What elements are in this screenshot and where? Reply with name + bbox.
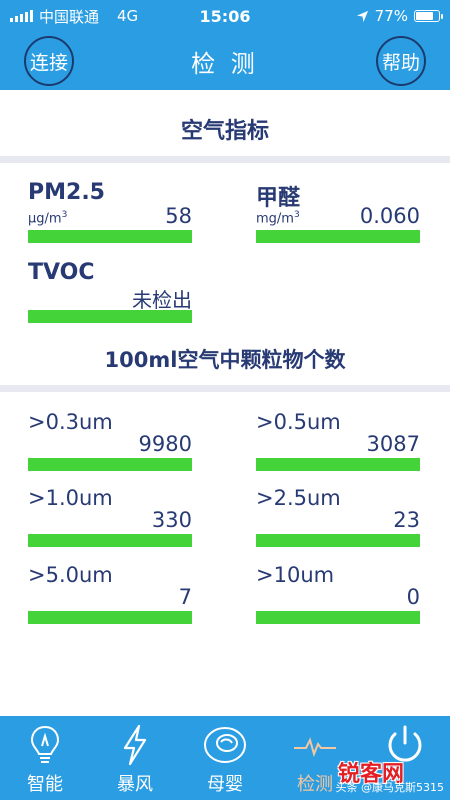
particle-bar [256,458,420,471]
particle-label: >0.5um [256,410,341,434]
tvoc-value: 未检出 [132,288,192,312]
particle-value: 9980 [138,432,192,456]
nav-label: 智能 [27,774,63,795]
status-left: 中国联通 4G [10,6,160,27]
nav-label: 暴风 [117,774,153,795]
status-time: 15:06 [199,6,251,26]
lightbulb-icon [20,722,70,768]
formaldehyde-unit: mg/m3 [256,210,300,227]
pm25-unit: μg/m3 [28,210,68,227]
particle-label: >5.0um [28,563,113,587]
watermark-caption: 头条 @康马克斯5315 [335,781,445,794]
formaldehyde-value: 0.060 [359,204,420,228]
watermark: 锐客网 头条 @康马克斯5315 [294,756,445,798]
particle-item: >2.5um 23 [256,486,420,548]
particle-value: 3087 [366,432,420,456]
particle-value: 23 [393,508,420,532]
nav-label: 母婴 [207,774,243,795]
nav-item-storm[interactable]: 暴风 [90,716,180,800]
battery-icon [414,10,443,22]
divider [0,156,450,163]
particle-bar [256,611,420,624]
tvoc-metric: TVOC 未检出 [28,260,192,326]
particles-title: 100ml空气中颗粒物个数 [104,348,346,372]
lightning-icon [110,722,160,768]
pm25-value: 58 [165,204,192,228]
tvoc-bar [28,310,192,323]
location-arrow-icon [356,10,368,22]
particle-value: 330 [151,508,192,532]
formaldehyde-bar [256,230,420,243]
air-index-title: 空气指标 [180,119,269,144]
particle-value: 0 [406,585,420,609]
network-type: 4G [117,7,139,25]
particle-bar [28,611,192,624]
particle-label: >10um [256,563,335,587]
particle-item: >10um 0 [256,563,420,625]
status-bar: 中国联通 4G 15:06 77% [0,0,450,32]
battery-percent: 77% [374,7,408,25]
particle-item: >5.0um 7 [28,563,192,625]
app-header: 连接 检 测 帮助 [0,32,450,90]
help-button[interactable]: 帮助 [376,36,426,86]
divider [0,385,450,392]
particle-item: >0.5um 3087 [256,410,420,472]
pm25-bar [28,230,192,243]
particle-bar [28,534,192,547]
particle-label: >1.0um [28,486,113,510]
signal-icon [10,10,33,22]
carrier-name: 中国联通 [39,7,100,26]
particle-value: 7 [178,585,192,609]
tvoc-label: TVOC [28,260,95,285]
pm25-label: PM2.5 [28,180,105,205]
baby-icon [200,722,250,768]
status-right: 77% [290,7,443,25]
particle-label: >0.3um [28,410,113,434]
formaldehyde-label: 甲醛 [256,186,301,211]
formaldehyde-metric: 甲醛 mg/m3 0.060 [256,180,420,246]
nav-item-smart[interactable]: 智能 [0,716,90,800]
pm25-metric: PM2.5 μg/m3 58 [28,180,192,246]
particle-item: >0.3um 9980 [28,410,192,472]
particle-bar [256,534,420,547]
particle-bar [28,458,192,471]
particle-label: >2.5um [256,486,341,510]
particle-item: >1.0um 330 [28,486,192,548]
nav-item-baby[interactable]: 母婴 [180,716,270,800]
